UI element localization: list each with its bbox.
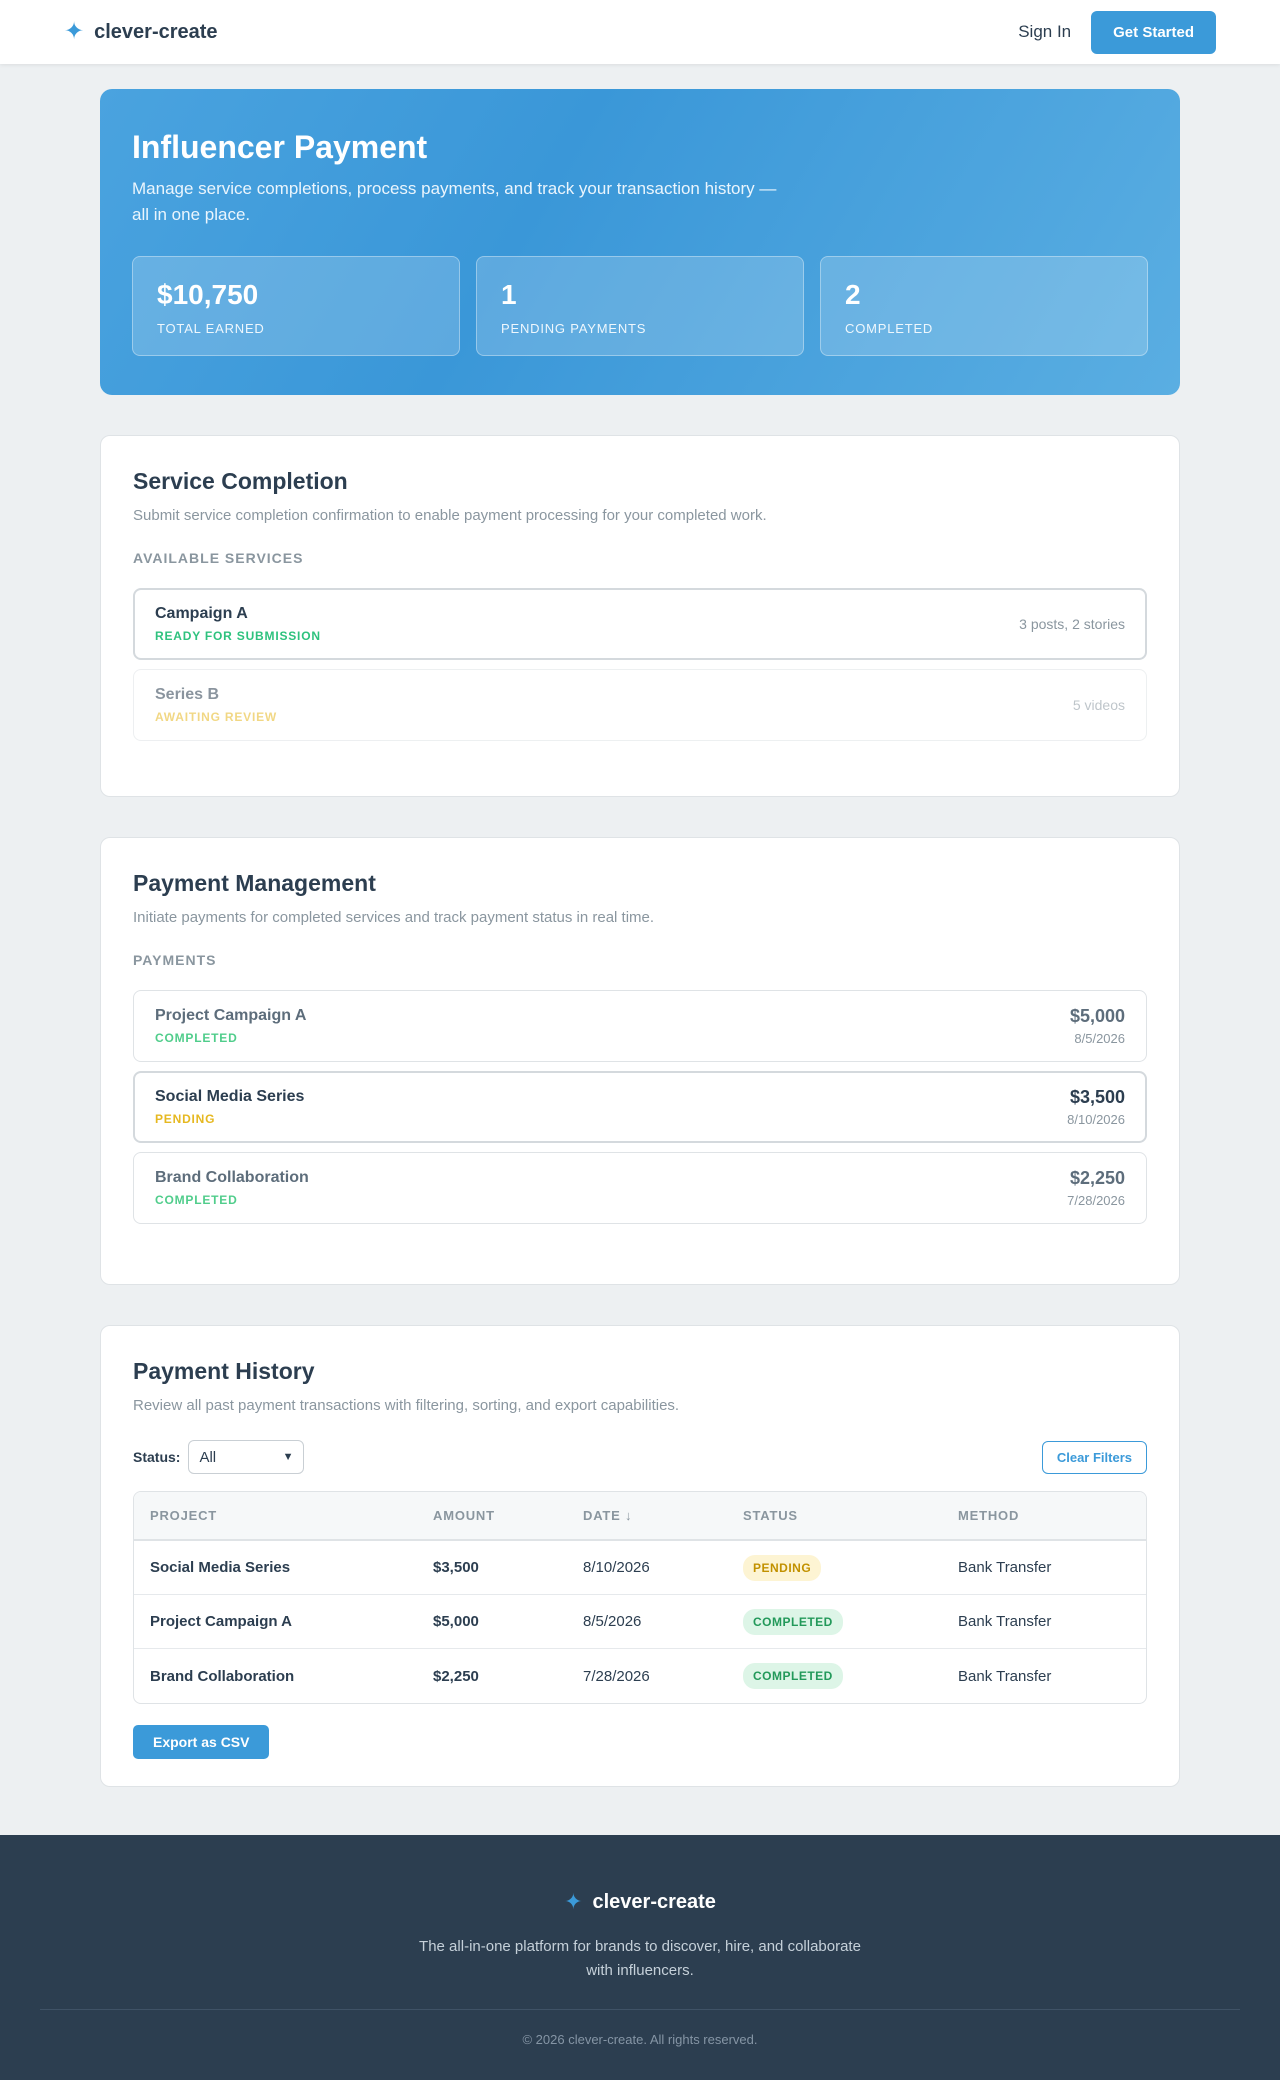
- payment-amount: $5,000: [1069, 1006, 1125, 1026]
- payment-status: COMPLETED: [155, 1031, 238, 1045]
- stat-value: 2: [845, 279, 861, 310]
- payment-date: 8/10/2026: [1067, 1112, 1125, 1127]
- sparkle-icon: ✦: [564, 1889, 583, 1914]
- payment-item[interactable]: Project Campaign A COMPLETED $5,000 8/5/…: [133, 990, 1147, 1062]
- main-content: Influencer Payment Manage service comple…: [100, 89, 1180, 1787]
- payment-management-card: Payment Management Initiate payments for…: [100, 837, 1180, 1285]
- cell-date: 7/28/2026: [583, 1667, 650, 1685]
- footer-brand[interactable]: ✦ clever-create: [564, 1889, 716, 1915]
- cell-status: PENDING: [727, 1541, 942, 1595]
- cell-amount: $2,250: [433, 1667, 479, 1685]
- brand-logo[interactable]: ✦ clever-create: [64, 20, 218, 44]
- footer-copyright: © 2026 clever-create. All rights reserve…: [522, 2032, 758, 2047]
- cell-status: COMPLETED: [727, 1595, 942, 1649]
- column-header-project[interactable]: PROJECT: [134, 1492, 417, 1541]
- cell-method: Bank Transfer: [942, 1595, 1146, 1649]
- cell-date: 8/10/2026: [567, 1541, 727, 1595]
- service-completion-card: Service Completion Submit service comple…: [100, 435, 1180, 797]
- column-header-status[interactable]: STATUS: [727, 1492, 942, 1541]
- available-services-label: AVAILABLE SERVICES: [133, 550, 304, 566]
- status-badge: COMPLETED: [743, 1608, 843, 1635]
- payment-project: Brand Collaboration: [155, 1169, 309, 1186]
- table-row[interactable]: Social Media Series $3,500 8/10/2026 PEN…: [134, 1541, 1146, 1595]
- stat-value: $10,750: [157, 279, 259, 310]
- select-value: All: [199, 1448, 217, 1466]
- cell-project: Brand Collaboration: [150, 1667, 295, 1685]
- stats-row: $10,750 TOTAL EARNED 1 PENDING PAYMENTS …: [132, 256, 1148, 356]
- filter-bar: Status: All ▼ Clear Filters: [133, 1440, 1147, 1474]
- footer-brand-name: clever-create: [592, 1890, 716, 1913]
- payment-project: Project Campaign A: [155, 1007, 307, 1024]
- payment-status: PENDING: [155, 1112, 216, 1126]
- brand-name: clever-create: [94, 20, 218, 43]
- stat-label: COMPLETED: [845, 321, 934, 336]
- cell-amount: $5,000: [417, 1595, 567, 1649]
- cell-amount: $3,500: [417, 1541, 567, 1595]
- payment-amount: $3,500: [1069, 1087, 1125, 1107]
- nav-actions: Sign In Get Started: [1018, 10, 1216, 54]
- payment-date: 7/28/2026: [1067, 1193, 1125, 1208]
- status-filter-label: Status:: [133, 1449, 181, 1465]
- payment-history-card: Payment History Review all past payment …: [100, 1325, 1180, 1787]
- page-title: Influencer Payment: [132, 129, 428, 165]
- stat-label: TOTAL EARNED: [157, 321, 265, 336]
- status-badge: PENDING: [743, 1554, 822, 1581]
- chevron-down-icon: ▼: [282, 1451, 294, 1463]
- section-description: Initiate payments for completed services…: [133, 909, 655, 926]
- sign-in-link[interactable]: Sign In: [1018, 22, 1071, 42]
- column-header-method[interactable]: METHOD: [942, 1492, 1146, 1541]
- cell-project: Project Campaign A: [134, 1595, 417, 1649]
- service-name: Campaign A: [155, 605, 248, 622]
- cell-status: COMPLETED: [727, 1649, 942, 1703]
- site-footer: ✦ clever-create The all-in-one platform …: [0, 1835, 1280, 2080]
- service-status: READY FOR SUBMISSION: [155, 629, 321, 643]
- get-started-button[interactable]: Get Started: [1091, 10, 1216, 54]
- stat-pending-payments: 1 PENDING PAYMENTS: [476, 256, 804, 356]
- cell-method: Bank Transfer: [942, 1541, 1146, 1595]
- service-name: Series B: [155, 686, 220, 703]
- sparkle-icon: ✦: [64, 18, 85, 45]
- export-csv-button[interactable]: Export as CSV: [133, 1725, 270, 1759]
- footer-divider: [40, 2009, 1240, 2010]
- page-subtitle: Manage service completions, process paym…: [132, 179, 777, 224]
- status-filter-select[interactable]: All ▼: [188, 1440, 305, 1474]
- payment-history-table: PROJECT AMOUNT DATE ↓ STATUS METHOD Soci…: [133, 1491, 1147, 1704]
- service-status: AWAITING REVIEW: [155, 710, 278, 724]
- payment-item[interactable]: Social Media Series PENDING $3,500 8/10/…: [133, 1071, 1147, 1143]
- payment-status: COMPLETED: [155, 1193, 238, 1207]
- section-title: Payment Management: [133, 870, 376, 896]
- service-meta: 5 videos: [1072, 697, 1125, 713]
- stat-value: 1: [501, 279, 517, 310]
- table-row[interactable]: Brand Collaboration $2,250 7/28/2026 COM…: [134, 1649, 1146, 1703]
- table-row[interactable]: Project Campaign A $5,000 8/5/2026 COMPL…: [134, 1595, 1146, 1649]
- cell-date: 8/5/2026: [567, 1595, 727, 1649]
- section-title: Service Completion: [133, 468, 348, 494]
- table-header-row: PROJECT AMOUNT DATE ↓ STATUS METHOD: [134, 1492, 1146, 1541]
- service-item-campaign-a[interactable]: Campaign A READY FOR SUBMISSION 3 posts,…: [133, 588, 1147, 660]
- column-header-amount[interactable]: AMOUNT: [417, 1492, 567, 1541]
- footer-tagline: The all-in-one platform for brands to di…: [419, 1938, 861, 1979]
- cell-project: Social Media Series: [134, 1541, 417, 1595]
- top-navbar: ✦ clever-create Sign In Get Started: [0, 0, 1280, 64]
- payment-date: 8/5/2026: [1074, 1031, 1125, 1046]
- cell-method: Bank Transfer: [958, 1667, 1052, 1685]
- hero-banner: Influencer Payment Manage service comple…: [100, 89, 1180, 395]
- payments-label: PAYMENTS: [133, 952, 217, 968]
- stat-total-earned: $10,750 TOTAL EARNED: [132, 256, 460, 356]
- clear-filters-button[interactable]: Clear Filters: [1041, 1440, 1147, 1474]
- status-badge: COMPLETED: [743, 1663, 843, 1689]
- stat-completed: 2 COMPLETED: [820, 256, 1148, 356]
- section-title: Payment History: [133, 1358, 315, 1384]
- payment-project: Social Media Series: [155, 1088, 305, 1105]
- stat-label: PENDING PAYMENTS: [501, 321, 647, 336]
- column-header-date[interactable]: DATE ↓: [567, 1492, 727, 1541]
- payment-amount: $2,250: [1069, 1168, 1125, 1188]
- payment-item[interactable]: Brand Collaboration COMPLETED $2,250 7/2…: [133, 1152, 1147, 1224]
- service-meta: 3 posts, 2 stories: [1019, 616, 1125, 632]
- service-item-series-b[interactable]: Series B AWAITING REVIEW 5 videos: [133, 669, 1147, 741]
- section-description: Review all past payment transactions wit…: [133, 1397, 680, 1414]
- section-description: Submit service completion confirmation t…: [133, 507, 767, 524]
